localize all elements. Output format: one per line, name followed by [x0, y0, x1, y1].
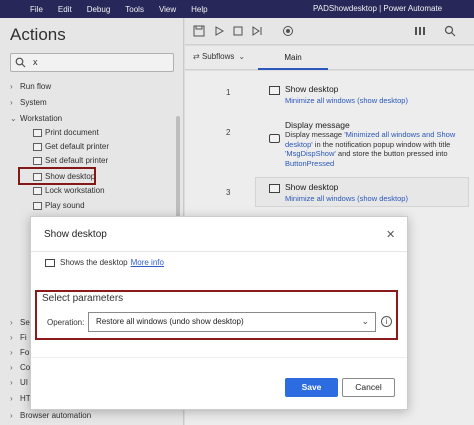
operation-value: Restore all windows (undo show desktop) [96, 317, 244, 326]
dialog-description: Shows the desktop More info [60, 258, 164, 267]
close-icon[interactable]: ✕ [386, 228, 395, 241]
show-desktop-dialog: Show desktop ✕ Shows the desktop More inf… [30, 216, 408, 410]
divider [31, 357, 407, 358]
params-title: Select parameters [42, 293, 124, 304]
divider [31, 251, 407, 252]
dialog-title: Show desktop [44, 229, 107, 240]
operation-select[interactable]: Restore all windows (undo show desktop) … [88, 312, 376, 332]
cancel-button[interactable]: Cancel [342, 378, 395, 397]
chevron-down-icon: ⌄ [361, 316, 369, 326]
more-info-link[interactable]: More info [131, 258, 164, 267]
operation-label: Operation: [47, 318, 85, 327]
info-icon[interactable]: i [381, 316, 392, 327]
monitor-icon [45, 259, 55, 267]
save-button[interactable]: Save [285, 378, 338, 397]
